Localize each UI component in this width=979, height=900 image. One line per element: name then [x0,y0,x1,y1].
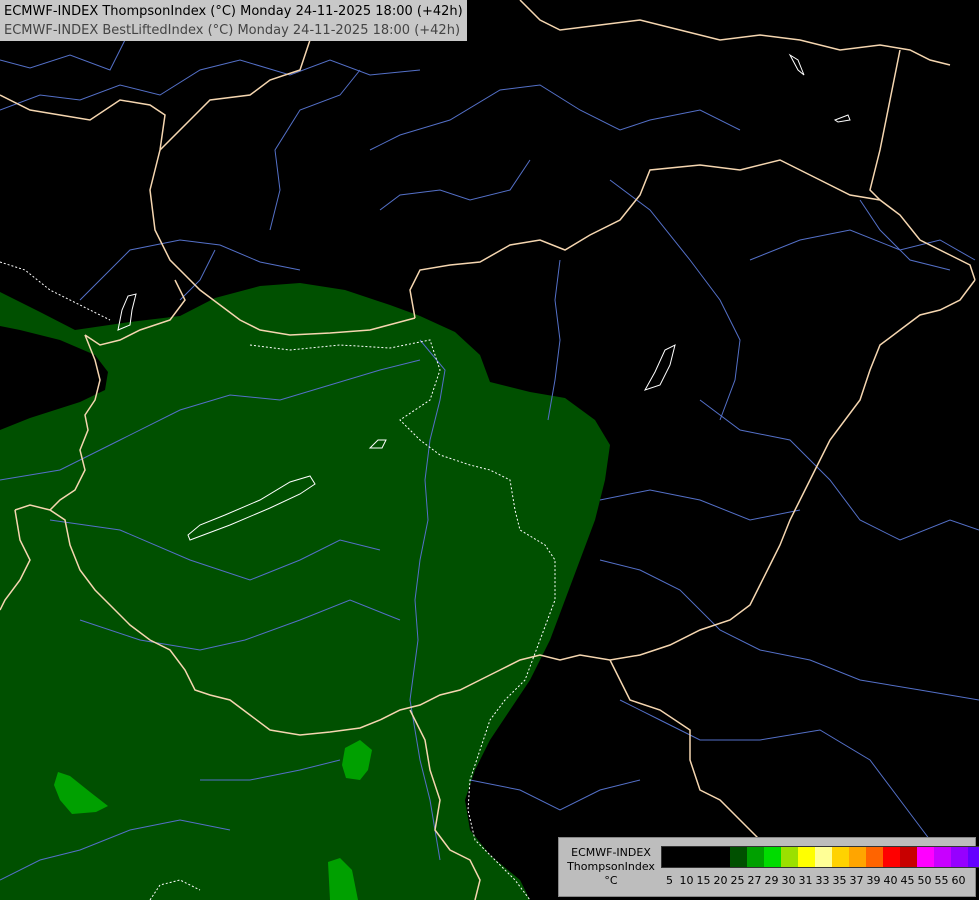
legend-tick-label: 15 [696,874,711,887]
legend-tick-label: 25 [730,874,745,887]
legend-tick-label: 40 [883,874,898,887]
legend-swatch [730,847,747,867]
legend-source: ECMWF-INDEX [571,846,651,859]
legend-swatch [662,847,679,867]
legend-tick-label: 10 [679,874,694,887]
legend-ticks: 5 10 15 20 25 27 29 30 31 33 35 37 39 40 45 50 55 60 [661,874,967,887]
legend-swatch [798,847,815,867]
legend-tick-label: 37 [849,874,864,887]
legend-swatch [815,847,832,867]
legend-tick-label: 31 [798,874,813,887]
legend-tick-label: 27 [747,874,762,887]
legend-swatch [849,847,866,867]
legend-tick-label: 39 [866,874,881,887]
legend-swatch [696,847,713,867]
legend-swatch [951,847,968,867]
color-legend: ECMWF-INDEX ThompsonIndex °C 5 10 15 20 25 27… [558,837,979,897]
legend-swatch [900,847,917,867]
legend-swatch [764,847,781,867]
legend-swatch [866,847,883,867]
legend-swatch [917,847,934,867]
legend-tick-label: 55 [934,874,949,887]
legend-swatch [679,847,696,867]
legend-swatch [747,847,764,867]
legend-swatch [968,847,979,867]
legend-unit: °C [604,874,618,887]
legend-swatch [934,847,951,867]
legend-parameter: ThompsonIndex [567,860,655,873]
legend-tick-label: 5 [666,874,673,887]
weather-map [0,0,979,900]
legend-tick-label: 30 [781,874,796,887]
map-title-thompson: ECMWF-INDEX ThompsonIndex (°C) Monday 24… [4,4,463,19]
legend-swatch [781,847,798,867]
legend-swatch [883,847,900,867]
legend-tick-label: 45 [900,874,915,887]
legend-tick-label: 29 [764,874,779,887]
legend-swatches [661,846,979,868]
legend-label: ECMWF-INDEX ThompsonIndex °C [563,846,659,888]
legend-swatch [713,847,730,867]
legend-tick-label: 20 [713,874,728,887]
legend-tick-label: 35 [832,874,847,887]
legend-swatch [832,847,849,867]
map-title-box: ECMWF-INDEX ThompsonIndex (°C) Monday 24… [0,0,467,41]
legend-tick-label: 60 [951,874,966,887]
legend-tick-label: 50 [917,874,932,887]
map-title-bestlifted: ECMWF-INDEX BestLiftedIndex (°C) Monday … [4,23,461,38]
legend-tick-label: 33 [815,874,830,887]
